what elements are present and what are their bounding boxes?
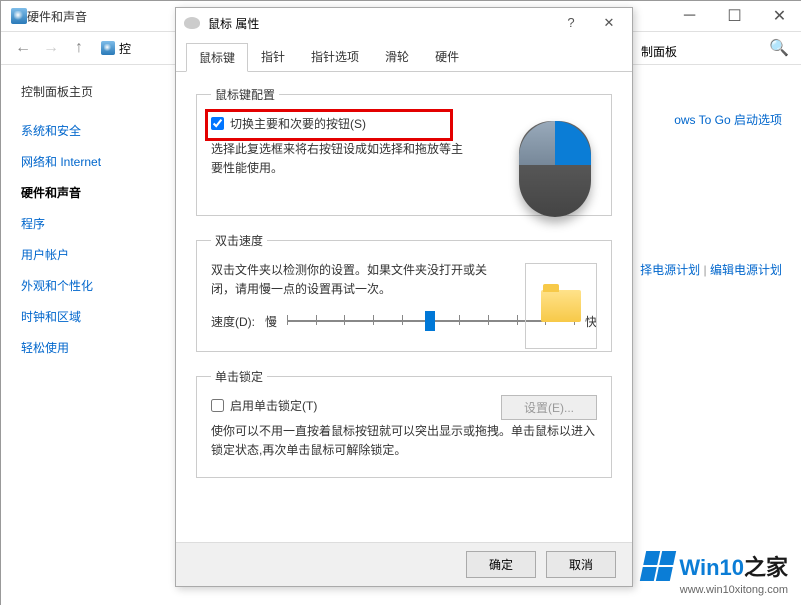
sidebar: 控制面板主页 系统和安全 网络和 Internet 硬件和声音 程序 用户帐户 … <box>1 65 167 606</box>
sidebar-item-ease[interactable]: 轻松使用 <box>21 339 147 356</box>
dialog-help-button[interactable]: ? <box>556 15 586 31</box>
sidebar-item-appearance[interactable]: 外观和个性化 <box>21 277 147 294</box>
brand-text-2: 之家 <box>744 555 788 580</box>
sidebar-home[interactable]: 控制面板主页 <box>21 83 147 100</box>
search-icon[interactable]: 🔍 <box>764 38 794 58</box>
dialog-close-button[interactable]: ✕ <box>594 15 624 31</box>
windows-logo-icon <box>640 551 676 581</box>
clicklock-checkbox[interactable] <box>211 399 224 412</box>
tab-wheel[interactable]: 滑轮 <box>372 42 422 71</box>
minimize-button[interactable]: ─ <box>667 1 712 31</box>
group-double-click-legend: 双击速度 <box>211 232 267 249</box>
group-double-click: 双击速度 双击文件夹以检测你的设置。如果文件夹没打开或关闭，请用慢一点的设置再试… <box>196 232 612 352</box>
group-button-config: 鼠标键配置 切换主要和次要的按钮(S) 选择此复选框来将右按钮设成如选择和拖放等… <box>196 86 612 216</box>
speed-label: 速度(D): <box>211 313 255 330</box>
forward-button[interactable]: → <box>37 34 65 62</box>
group-button-config-legend: 鼠标键配置 <box>211 86 279 103</box>
sidebar-item-hardware[interactable]: 硬件和声音 <box>21 184 147 201</box>
test-folder-area[interactable] <box>525 263 597 349</box>
path-icon <box>101 41 115 55</box>
cancel-button[interactable]: 取消 <box>546 551 616 578</box>
tab-hardware[interactable]: 硬件 <box>422 42 472 71</box>
watermark: Win10之家 www.win10xitong.com <box>643 550 788 596</box>
right-links: ows To Go 启动选项 择电源计划 | 编辑电源计划 <box>674 111 782 140</box>
mouse-icon <box>184 17 200 29</box>
path-end: 制面板 <box>641 43 677 60</box>
tabs: 鼠标键 指针 指针选项 滑轮 硬件 <box>176 38 632 72</box>
speed-slow: 慢 <box>265 313 277 330</box>
cp-title: 硬件和声音 <box>27 8 87 25</box>
dialog-footer: 确定 取消 <box>176 542 632 586</box>
breadcrumb[interactable]: 控 <box>101 40 131 57</box>
brand-text-1: Win10 <box>679 555 744 580</box>
slider-thumb[interactable] <box>425 311 435 331</box>
folder-icon <box>541 290 581 322</box>
link-togo[interactable]: ows To Go 启动选项 <box>674 111 782 128</box>
sidebar-item-programs[interactable]: 程序 <box>21 215 147 232</box>
tab-buttons[interactable]: 鼠标键 <box>186 43 248 72</box>
group-click-lock-legend: 单击锁定 <box>211 368 267 385</box>
dialog-titlebar: 鼠标 属性 ? ✕ <box>176 8 632 38</box>
sidebar-item-users[interactable]: 用户帐户 <box>21 246 147 263</box>
swap-buttons-checkbox[interactable] <box>211 117 224 130</box>
close-button[interactable]: ✕ <box>757 1 801 31</box>
up-button[interactable]: ↑ <box>65 34 93 62</box>
window-system-buttons: ─ ☐ ✕ <box>667 1 801 31</box>
path-segment[interactable]: 控 <box>119 40 131 57</box>
dialog-title: 鼠标 属性 <box>208 15 259 32</box>
back-button[interactable]: ← <box>9 34 37 62</box>
control-panel-icon <box>11 8 27 24</box>
brand-url: www.win10xitong.com <box>643 584 788 596</box>
sidebar-item-clock[interactable]: 时钟和区域 <box>21 308 147 325</box>
swap-buttons-desc: 选择此复选框来将右按钮设成如选择和拖放等主要性能使用。 <box>211 140 471 178</box>
double-click-desc: 双击文件夹以检测你的设置。如果文件夹没打开或关闭，请用慢一点的设置再试一次。 <box>211 261 501 299</box>
mouse-properties-dialog: 鼠标 属性 ? ✕ 鼠标键 指针 指针选项 滑轮 硬件 鼠标键配置 切换主要和次… <box>175 7 633 587</box>
swap-buttons-label: 切换主要和次要的按钮(S) <box>230 115 366 132</box>
mouse-graphic <box>519 121 597 221</box>
link-edit-plan[interactable]: 编辑电源计划 <box>710 263 782 277</box>
clicklock-desc: 使你可以不用一直按着鼠标按钮就可以突出显示或拖拽。单击鼠标以进入锁定状态,再次单… <box>211 422 597 460</box>
ok-button[interactable]: 确定 <box>466 551 536 578</box>
maximize-button[interactable]: ☐ <box>712 1 757 31</box>
sidebar-item-network[interactable]: 网络和 Internet <box>21 153 147 170</box>
tab-pointer[interactable]: 指针 <box>248 42 298 71</box>
tab-pointer-options[interactable]: 指针选项 <box>298 42 372 71</box>
link-select-plan[interactable]: 择电源计划 <box>640 263 700 277</box>
clicklock-settings-button: 设置(E)... <box>501 395 597 420</box>
sidebar-item-system[interactable]: 系统和安全 <box>21 122 147 139</box>
group-click-lock: 单击锁定 启用单击锁定(T) 设置(E)... 使你可以不用一直按着鼠标按钮就可… <box>196 368 612 478</box>
dialog-content: 鼠标键配置 切换主要和次要的按钮(S) 选择此复选框来将右按钮设成如选择和拖放等… <box>176 72 632 508</box>
clicklock-label: 启用单击锁定(T) <box>230 397 317 414</box>
